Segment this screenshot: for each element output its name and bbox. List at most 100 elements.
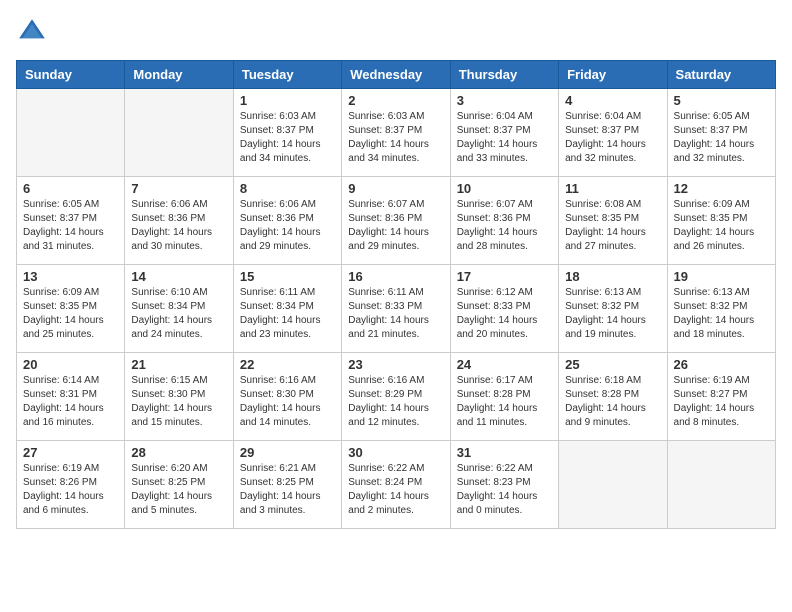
calendar-day-cell bbox=[559, 441, 667, 529]
day-number: 23 bbox=[348, 357, 443, 372]
day-of-week-header: Saturday bbox=[667, 61, 775, 89]
day-info: Sunrise: 6:19 AMSunset: 8:27 PMDaylight:… bbox=[674, 374, 769, 430]
calendar-day-cell: 19Sunrise: 6:13 AMSunset: 8:32 PMDayligh… bbox=[667, 265, 775, 353]
day-info: Sunrise: 6:06 AMSunset: 8:36 PMDaylight:… bbox=[131, 198, 226, 254]
day-info: Sunrise: 6:07 AMSunset: 8:36 PMDaylight:… bbox=[348, 198, 443, 254]
day-info: Sunrise: 6:07 AMSunset: 8:36 PMDaylight:… bbox=[457, 198, 552, 254]
day-info: Sunrise: 6:09 AMSunset: 8:35 PMDaylight:… bbox=[674, 198, 769, 254]
day-info: Sunrise: 6:13 AMSunset: 8:32 PMDaylight:… bbox=[674, 286, 769, 342]
day-info: Sunrise: 6:04 AMSunset: 8:37 PMDaylight:… bbox=[565, 110, 660, 166]
day-of-week-header: Wednesday bbox=[342, 61, 450, 89]
day-number: 9 bbox=[348, 181, 443, 196]
day-info: Sunrise: 6:22 AMSunset: 8:24 PMDaylight:… bbox=[348, 462, 443, 518]
day-info: Sunrise: 6:22 AMSunset: 8:23 PMDaylight:… bbox=[457, 462, 552, 518]
day-number: 15 bbox=[240, 269, 335, 284]
calendar-day-cell: 12 Sunrise: 6:09 AMSunset: 8:35 PMDayligh… bbox=[667, 177, 775, 265]
day-info: Sunrise: 6:15 AMSunset: 8:30 PMDaylight:… bbox=[131, 374, 226, 430]
calendar-day-cell: 23 Sunrise: 6:16 AMSunset: 8:29 PMDayligh… bbox=[342, 353, 450, 441]
calendar-day-cell: 20 Sunrise: 6:14 AMSunset: 8:31 PMDayligh… bbox=[17, 353, 125, 441]
calendar-day-cell: 26 Sunrise: 6:19 AMSunset: 8:27 PMDayligh… bbox=[667, 353, 775, 441]
day-number: 16 bbox=[348, 269, 443, 284]
day-number: 25 bbox=[565, 357, 660, 372]
day-info: Sunrise: 6:10 AMSunset: 8:34 PMDaylight:… bbox=[131, 286, 226, 342]
calendar-week-row: 1 Sunrise: 6:03 AMSunset: 8:37 PMDaylight… bbox=[17, 89, 776, 177]
day-number: 30 bbox=[348, 445, 443, 460]
day-number: 28 bbox=[131, 445, 226, 460]
day-number: 12 bbox=[674, 181, 769, 196]
logo bbox=[16, 16, 52, 48]
day-info: Sunrise: 6:21 AMSunset: 8:25 PMDaylight:… bbox=[240, 462, 335, 518]
calendar-day-cell: 6Sunrise: 6:05 AMSunset: 8:37 PMDaylight… bbox=[17, 177, 125, 265]
calendar-day-cell: 30 Sunrise: 6:22 AMSunset: 8:24 PMDayligh… bbox=[342, 441, 450, 529]
calendar-day-cell: 5 Sunrise: 6:05 AMSunset: 8:37 PMDaylight… bbox=[667, 89, 775, 177]
calendar-day-cell: 31 Sunrise: 6:22 AMSunset: 8:23 PMDayligh… bbox=[450, 441, 558, 529]
calendar-day-cell: 27 Sunrise: 6:19 AMSunset: 8:26 PMDayligh… bbox=[17, 441, 125, 529]
logo-icon bbox=[16, 16, 48, 48]
calendar-day-cell bbox=[667, 441, 775, 529]
day-of-week-header: Sunday bbox=[17, 61, 125, 89]
day-info: Sunrise: 6:16 AMSunset: 8:30 PMDaylight:… bbox=[240, 374, 335, 430]
day-number: 5 bbox=[674, 93, 769, 108]
day-info: Sunrise: 6:06 AMSunset: 8:36 PMDaylight:… bbox=[240, 198, 335, 254]
calendar-day-cell: 10 Sunrise: 6:07 AMSunset: 8:36 PMDayligh… bbox=[450, 177, 558, 265]
day-info: Sunrise: 6:19 AMSunset: 8:26 PMDaylight:… bbox=[23, 462, 118, 518]
calendar-day-cell: 8Sunrise: 6:06 AMSunset: 8:36 PMDaylight… bbox=[233, 177, 341, 265]
day-number: 26 bbox=[674, 357, 769, 372]
calendar-day-cell: 7 Sunrise: 6:06 AMSunset: 8:36 PMDaylight… bbox=[125, 177, 233, 265]
calendar-day-cell: 28 Sunrise: 6:20 AMSunset: 8:25 PMDayligh… bbox=[125, 441, 233, 529]
day-info: Sunrise: 6:05 AMSunset: 8:37 PMDaylight:… bbox=[674, 110, 769, 166]
day-info: Sunrise: 6:11 AMSunset: 8:34 PMDaylight:… bbox=[240, 286, 335, 342]
day-number: 6 bbox=[23, 181, 118, 196]
day-info: Sunrise: 6:03 AMSunset: 8:37 PMDaylight:… bbox=[240, 110, 335, 166]
day-of-week-header: Friday bbox=[559, 61, 667, 89]
page-header bbox=[16, 16, 776, 48]
day-number: 1 bbox=[240, 93, 335, 108]
day-info: Sunrise: 6:14 AMSunset: 8:31 PMDaylight:… bbox=[23, 374, 118, 430]
calendar-day-cell: 22 Sunrise: 6:16 AMSunset: 8:30 PMDayligh… bbox=[233, 353, 341, 441]
day-number: 31 bbox=[457, 445, 552, 460]
day-of-week-header: Tuesday bbox=[233, 61, 341, 89]
calendar-week-row: 27 Sunrise: 6:19 AMSunset: 8:26 PMDayligh… bbox=[17, 441, 776, 529]
day-number: 10 bbox=[457, 181, 552, 196]
calendar-table: SundayMondayTuesdayWednesdayThursdayFrid… bbox=[16, 60, 776, 529]
calendar-day-cell bbox=[17, 89, 125, 177]
day-info: Sunrise: 6:09 AMSunset: 8:35 PMDaylight:… bbox=[23, 286, 118, 342]
day-info: Sunrise: 6:13 AMSunset: 8:32 PMDaylight:… bbox=[565, 286, 660, 342]
day-number: 7 bbox=[131, 181, 226, 196]
day-number: 22 bbox=[240, 357, 335, 372]
calendar-day-cell: 3Sunrise: 6:04 AMSunset: 8:37 PMDaylight… bbox=[450, 89, 558, 177]
calendar-day-cell: 16 Sunrise: 6:11 AMSunset: 8:33 PMDayligh… bbox=[342, 265, 450, 353]
calendar-day-cell: 9 Sunrise: 6:07 AMSunset: 8:36 PMDaylight… bbox=[342, 177, 450, 265]
day-number: 18 bbox=[565, 269, 660, 284]
calendar-day-cell: 11 Sunrise: 6:08 AMSunset: 8:35 PMDayligh… bbox=[559, 177, 667, 265]
calendar-day-cell bbox=[125, 89, 233, 177]
day-number: 13 bbox=[23, 269, 118, 284]
calendar-day-cell: 18 Sunrise: 6:13 AMSunset: 8:32 PMDayligh… bbox=[559, 265, 667, 353]
day-info: Sunrise: 6:16 AMSunset: 8:29 PMDaylight:… bbox=[348, 374, 443, 430]
day-number: 11 bbox=[565, 181, 660, 196]
calendar-day-cell: 24Sunrise: 6:17 AMSunset: 8:28 PMDayligh… bbox=[450, 353, 558, 441]
day-of-week-header: Monday bbox=[125, 61, 233, 89]
day-number: 17 bbox=[457, 269, 552, 284]
day-number: 4 bbox=[565, 93, 660, 108]
day-info: Sunrise: 6:08 AMSunset: 8:35 PMDaylight:… bbox=[565, 198, 660, 254]
day-number: 27 bbox=[23, 445, 118, 460]
calendar-day-cell: 2Sunrise: 6:03 AMSunset: 8:37 PMDaylight… bbox=[342, 89, 450, 177]
calendar-week-row: 20 Sunrise: 6:14 AMSunset: 8:31 PMDayligh… bbox=[17, 353, 776, 441]
calendar-day-cell: 13 Sunrise: 6:09 AMSunset: 8:35 PMDayligh… bbox=[17, 265, 125, 353]
calendar-day-cell: 25Sunrise: 6:18 AMSunset: 8:28 PMDayligh… bbox=[559, 353, 667, 441]
day-number: 20 bbox=[23, 357, 118, 372]
day-info: Sunrise: 6:11 AMSunset: 8:33 PMDaylight:… bbox=[348, 286, 443, 342]
day-number: 24 bbox=[457, 357, 552, 372]
day-info: Sunrise: 6:20 AMSunset: 8:25 PMDaylight:… bbox=[131, 462, 226, 518]
calendar-week-row: 13 Sunrise: 6:09 AMSunset: 8:35 PMDayligh… bbox=[17, 265, 776, 353]
calendar-day-cell: 21 Sunrise: 6:15 AMSunset: 8:30 PMDayligh… bbox=[125, 353, 233, 441]
calendar-day-cell: 17 Sunrise: 6:12 AMSunset: 8:33 PMDayligh… bbox=[450, 265, 558, 353]
calendar-week-row: 6Sunrise: 6:05 AMSunset: 8:37 PMDaylight… bbox=[17, 177, 776, 265]
calendar-header-row: SundayMondayTuesdayWednesdayThursdayFrid… bbox=[17, 61, 776, 89]
day-info: Sunrise: 6:04 AMSunset: 8:37 PMDaylight:… bbox=[457, 110, 552, 166]
day-number: 21 bbox=[131, 357, 226, 372]
day-info: Sunrise: 6:12 AMSunset: 8:33 PMDaylight:… bbox=[457, 286, 552, 342]
calendar-day-cell: 29Sunrise: 6:21 AMSunset: 8:25 PMDayligh… bbox=[233, 441, 341, 529]
calendar-day-cell: 14Sunrise: 6:10 AMSunset: 8:34 PMDayligh… bbox=[125, 265, 233, 353]
